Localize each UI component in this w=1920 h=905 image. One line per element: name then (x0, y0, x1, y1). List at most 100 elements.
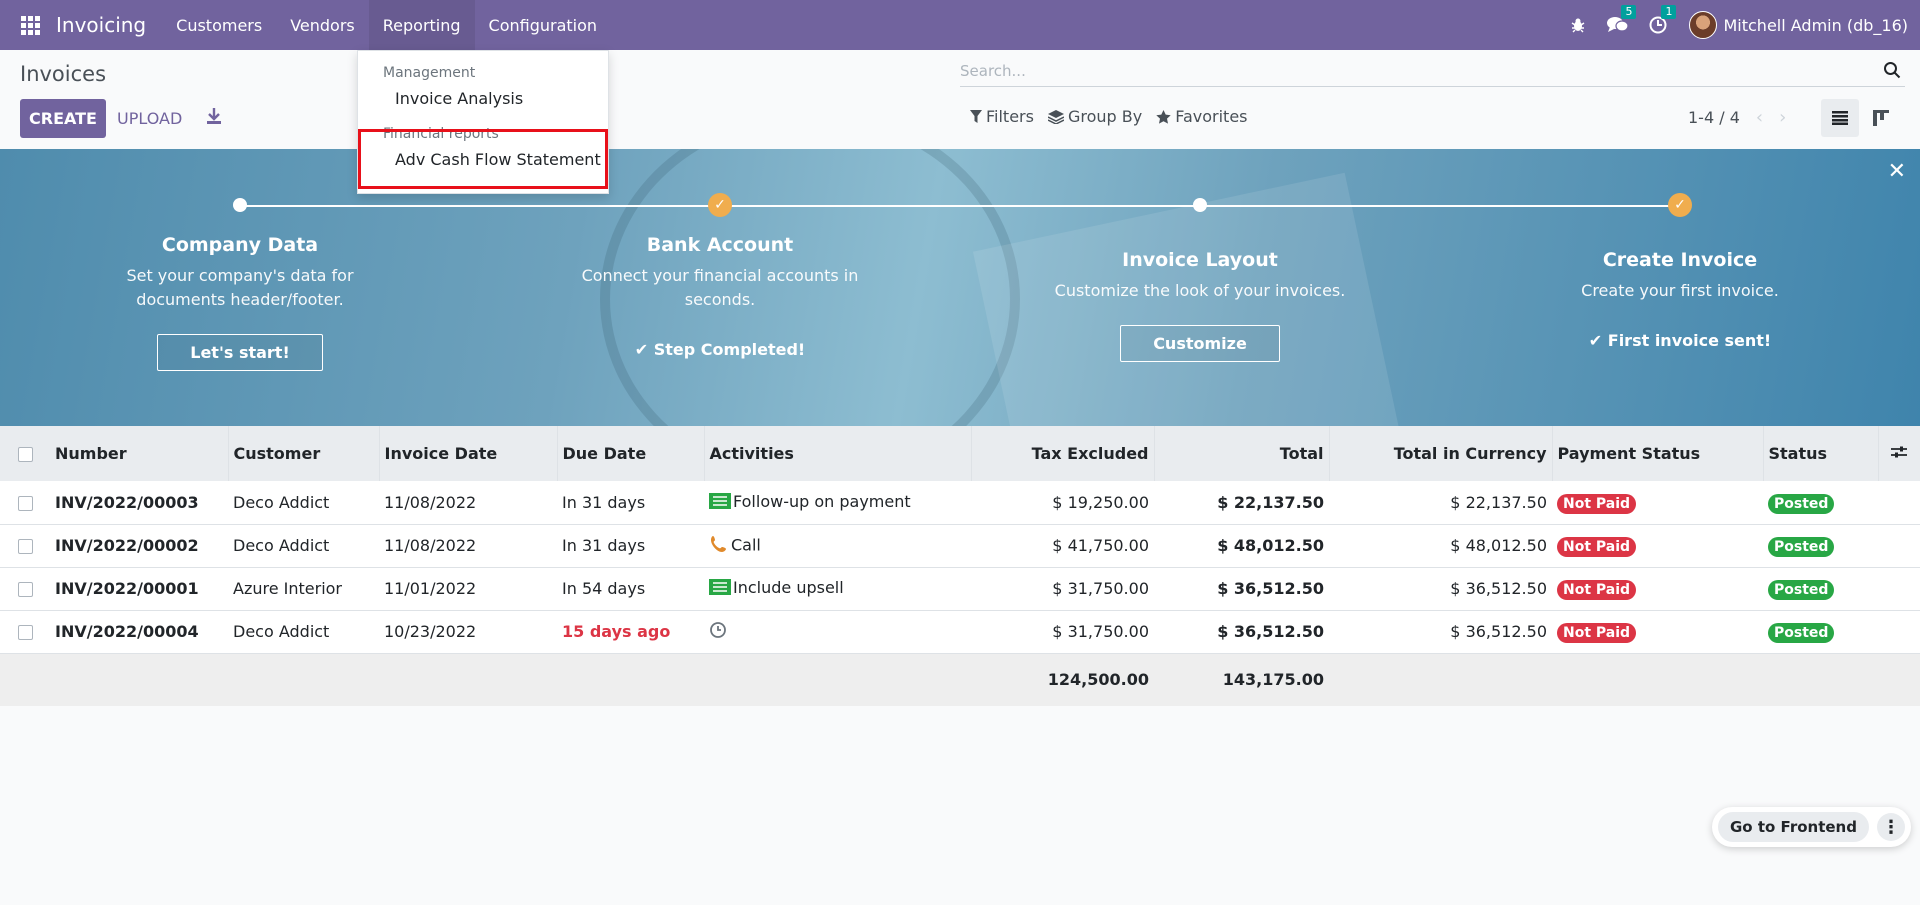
cell-total-in-currency[interactable]: $ 36,512.50 (1329, 567, 1552, 610)
cell-customer[interactable]: Deco Addict (228, 481, 379, 524)
close-banner-icon[interactable]: ✕ (1888, 159, 1906, 184)
column-header-total-in-currency[interactable]: Total in Currency (1329, 426, 1553, 481)
column-header-activities[interactable]: Activities (704, 426, 972, 481)
cell-customer[interactable]: Deco Addict (228, 524, 379, 567)
row-checkbox[interactable] (0, 567, 50, 610)
activities-clock-icon[interactable]: 1 (1647, 5, 1677, 36)
cell-total[interactable]: $ 48,012.50 (1154, 524, 1329, 567)
cell-status[interactable]: Posted (1763, 524, 1878, 567)
create-button[interactable]: CREATE (20, 99, 106, 138)
list-icon[interactable] (709, 492, 731, 513)
cell-status[interactable]: Posted (1763, 610, 1878, 653)
search-icon[interactable] (1883, 61, 1903, 81)
sliders-icon (1891, 446, 1908, 458)
cell-number[interactable]: INV/2022/00002 (50, 524, 228, 567)
optional-columns-toggle[interactable] (1878, 426, 1920, 481)
activity-summary[interactable]: Call (731, 535, 761, 554)
cell-activities[interactable]: Include upsell (704, 567, 971, 610)
activity-summary[interactable]: Follow-up on payment (733, 492, 911, 511)
cell-tax-excluded[interactable]: $ 41,750.00 (971, 524, 1154, 567)
cell-activities[interactable]: Call (704, 524, 971, 567)
cell-payment-status[interactable]: Not Paid (1552, 610, 1763, 653)
pager-value[interactable]: 1-4 / 4 (1688, 108, 1740, 127)
cell-tax-excluded[interactable]: $ 31,750.00 (971, 610, 1154, 653)
column-header-invoice-date[interactable]: Invoice Date (379, 426, 558, 481)
cell-number[interactable]: INV/2022/00004 (50, 610, 228, 653)
cell-activities[interactable]: Follow-up on payment (704, 481, 971, 524)
table-row[interactable]: INV/2022/00003 Deco Addict 11/08/2022 In… (0, 481, 1920, 524)
table-row[interactable]: INV/2022/00001 Azure Interior 11/01/2022… (0, 567, 1920, 610)
cell-payment-status[interactable]: Not Paid (1552, 567, 1763, 610)
table-row[interactable]: INV/2022/00004 Deco Addict 10/23/2022 15… (0, 610, 1920, 653)
column-header-tax-excluded[interactable]: Tax Excluded (971, 426, 1155, 481)
list-view-button[interactable] (1821, 99, 1859, 137)
cell-invoice-date[interactable]: 11/08/2022 (379, 481, 557, 524)
upload-button[interactable]: UPLOAD (117, 99, 182, 138)
list-icon[interactable] (709, 578, 731, 599)
cell-invoice-date[interactable]: 11/01/2022 (379, 567, 557, 610)
nav-customers[interactable]: Customers (162, 0, 276, 50)
cell-due-date[interactable]: In 31 days (557, 524, 704, 567)
search-input[interactable] (960, 61, 1883, 80)
column-header-customer[interactable]: Customer (228, 426, 380, 481)
cell-total[interactable]: $ 36,512.50 (1154, 610, 1329, 653)
row-checkbox[interactable] (0, 610, 50, 653)
cell-total[interactable]: $ 36,512.50 (1154, 567, 1329, 610)
cell-customer[interactable]: Azure Interior (228, 567, 379, 610)
cell-invoice-date[interactable]: 10/23/2022 (379, 610, 557, 653)
cell-total-in-currency[interactable]: $ 36,512.50 (1329, 610, 1552, 653)
cell-status[interactable]: Posted (1763, 481, 1878, 524)
select-all-checkbox[interactable] (0, 426, 50, 481)
nav-vendors[interactable]: Vendors (276, 0, 369, 50)
nav-configuration[interactable]: Configuration (475, 0, 612, 50)
cell-invoice-date[interactable]: 11/08/2022 (379, 524, 557, 567)
cell-tax-excluded[interactable]: $ 19,250.00 (971, 481, 1154, 524)
cell-total[interactable]: $ 22,137.50 (1154, 481, 1329, 524)
column-header-status[interactable]: Status (1763, 426, 1879, 481)
app-brand[interactable]: Invoicing (56, 13, 146, 37)
cell-number[interactable]: INV/2022/00003 (50, 481, 228, 524)
cell-empty (1878, 524, 1920, 567)
filters-button[interactable]: Filters (970, 107, 1034, 126)
group-by-button[interactable]: Group By (1047, 107, 1142, 126)
lets-start-button[interactable]: Let's start! (157, 334, 323, 371)
menu-item-invoice-analysis[interactable]: Invoice Analysis (358, 89, 608, 108)
cell-total-in-currency[interactable]: $ 22,137.50 (1329, 481, 1552, 524)
column-header-total[interactable]: Total (1154, 426, 1330, 481)
user-avatar[interactable] (1689, 11, 1718, 39)
more-options-icon[interactable]: ⋮ (1876, 813, 1905, 841)
table-row[interactable]: INV/2022/00002 Deco Addict 11/08/2022 In… (0, 524, 1920, 567)
cell-total-in-currency[interactable]: $ 48,012.50 (1329, 524, 1552, 567)
column-header-number[interactable]: Number (50, 426, 229, 481)
column-header-due-date[interactable]: Due Date (557, 426, 705, 481)
bug-icon[interactable] (1567, 14, 1589, 36)
phone-icon[interactable] (709, 535, 729, 557)
cell-due-date[interactable]: In 31 days (557, 481, 704, 524)
user-menu[interactable]: Mitchell Admin (db_16) (1723, 16, 1908, 35)
cell-payment-status[interactable]: Not Paid (1552, 481, 1763, 524)
kanban-view-button[interactable] (1862, 99, 1900, 137)
activity-summary[interactable]: Include upsell (733, 578, 844, 597)
cell-tax-excluded[interactable]: $ 31,750.00 (971, 567, 1154, 610)
row-checkbox[interactable] (0, 524, 50, 567)
cell-due-date[interactable]: 15 days ago (557, 610, 704, 653)
row-checkbox[interactable] (0, 481, 50, 524)
cell-payment-status[interactable]: Not Paid (1552, 524, 1763, 567)
cell-number[interactable]: INV/2022/00001 (50, 567, 228, 610)
download-icon[interactable] (205, 106, 223, 126)
cell-status[interactable]: Posted (1763, 567, 1878, 610)
messages-icon[interactable]: 5 (1607, 5, 1637, 36)
apps-menu-icon[interactable] (21, 15, 40, 35)
cell-activities[interactable] (704, 610, 971, 653)
column-header-payment-status[interactable]: Payment Status (1552, 426, 1764, 481)
favorites-button[interactable]: Favorites (1156, 107, 1248, 126)
status-badge: Posted (1768, 580, 1835, 600)
customize-button[interactable]: Customize (1120, 325, 1280, 362)
go-to-frontend-button[interactable]: Go to Frontend (1718, 812, 1869, 842)
nav-reporting[interactable]: Reporting (368, 0, 475, 50)
pager-next-icon[interactable]: › (1779, 107, 1786, 128)
pager-previous-icon[interactable]: ‹ (1756, 107, 1763, 128)
cell-customer[interactable]: Deco Addict (228, 610, 379, 653)
clock-icon[interactable] (709, 621, 727, 643)
cell-due-date[interactable]: In 54 days (557, 567, 704, 610)
